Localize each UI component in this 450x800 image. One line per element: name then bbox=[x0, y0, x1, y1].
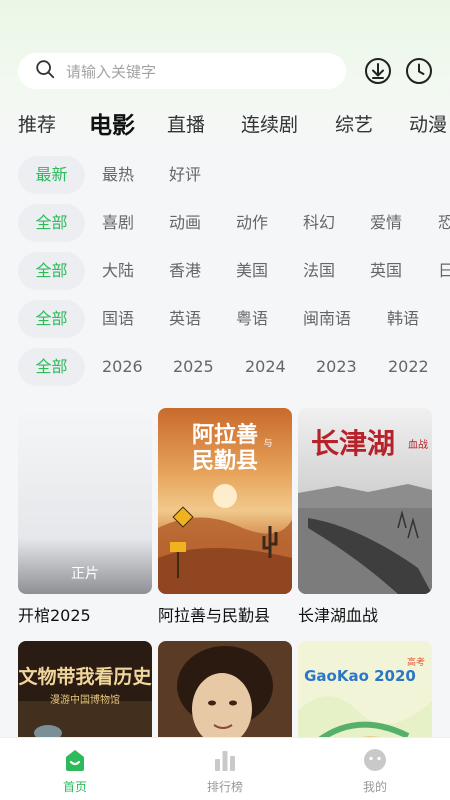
filter-chip[interactable]: 科幻 bbox=[303, 204, 335, 242]
filter-chip[interactable]: 2026 bbox=[102, 348, 143, 386]
region-filter-row: 全部 大陆 香港 美国 法国 英国 日 bbox=[0, 252, 450, 290]
tab-anime[interactable]: 动漫 bbox=[409, 110, 447, 137]
filter-chip[interactable]: 动作 bbox=[236, 204, 268, 242]
poster-text: 血战 bbox=[408, 438, 428, 451]
ranking-bars-icon bbox=[215, 751, 235, 771]
poster-text: 文物带我看历史 bbox=[18, 665, 152, 688]
filter-chip-selected[interactable]: 最新 bbox=[18, 156, 85, 194]
tab-live[interactable]: 直播 bbox=[167, 110, 205, 137]
filter-chip-selected[interactable]: 全部 bbox=[18, 204, 85, 242]
movie-title: 开棺2025 bbox=[18, 606, 91, 625]
filter-chip[interactable]: 2024 bbox=[245, 348, 286, 386]
language-filter-row: 全部 国语 英语 粤语 闽南语 韩语 bbox=[0, 300, 450, 338]
filter-chip[interactable]: 香港 bbox=[169, 252, 201, 290]
movie-poster: 正片 bbox=[18, 408, 152, 594]
search-placeholder: 请输入关键字 bbox=[66, 62, 157, 81]
filter-chip[interactable]: 最热 bbox=[102, 156, 134, 194]
bottom-navigation: 首页 排行榜 我的 bbox=[0, 737, 450, 800]
profile-face-icon bbox=[364, 749, 386, 771]
tab-variety[interactable]: 综艺 bbox=[335, 110, 373, 137]
poster-text: 阿拉善 bbox=[192, 422, 258, 448]
filter-chip[interactable]: 2022 bbox=[388, 348, 429, 386]
poster-text: 长津湖 bbox=[311, 427, 395, 460]
nav-profile[interactable]: 我的 bbox=[300, 738, 450, 800]
poster-text: 高考 bbox=[407, 656, 425, 668]
video-badge: 正片 bbox=[71, 566, 99, 582]
filter-chip[interactable]: 大陆 bbox=[102, 252, 134, 290]
year-filter-row: 全部 2026 2025 2024 2023 2022 bbox=[0, 348, 450, 386]
search-bar[interactable]: 请输入关键字 bbox=[18, 53, 346, 89]
home-icon bbox=[66, 750, 84, 771]
filter-chip[interactable]: 英国 bbox=[370, 252, 402, 290]
filter-chip[interactable]: 喜剧 bbox=[102, 204, 134, 242]
filter-chip[interactable]: 粤语 bbox=[236, 300, 268, 338]
poster-text: GaoKao 2020 bbox=[304, 667, 416, 685]
tab-movie[interactable]: 电影 bbox=[89, 106, 135, 140]
sort-filter-row: 最新 最热 好评 bbox=[0, 156, 450, 194]
movie-title: 长津湖血战 bbox=[298, 606, 379, 625]
filter-chip[interactable]: 英语 bbox=[169, 300, 201, 338]
filter-chip[interactable]: 日 bbox=[438, 252, 450, 290]
history-clock-icon[interactable] bbox=[405, 57, 433, 85]
search-icon bbox=[34, 58, 56, 84]
nav-profile-label: 我的 bbox=[362, 780, 387, 794]
filter-chip-selected[interactable]: 全部 bbox=[18, 300, 85, 338]
poster-text: 漫游中国博物馆 bbox=[50, 693, 120, 706]
download-icon[interactable] bbox=[364, 57, 392, 85]
poster-text: 与 bbox=[263, 438, 272, 449]
nav-home-label: 首页 bbox=[62, 780, 87, 794]
filter-chip-selected[interactable]: 全部 bbox=[18, 252, 85, 290]
category-tabs: 推荐 电影 直播 连续剧 综艺 动漫 bbox=[0, 104, 450, 144]
filter-chip[interactable]: 2025 bbox=[173, 348, 214, 386]
nav-ranking[interactable]: 排行榜 bbox=[150, 738, 300, 800]
movie-poster: 阿拉善 与 民勤县 bbox=[158, 408, 292, 594]
movie-title: 阿拉善与民勤县 bbox=[158, 606, 271, 625]
filter-chip[interactable]: 法国 bbox=[303, 252, 335, 290]
filter-chip[interactable]: 国语 bbox=[102, 300, 134, 338]
filter-chip[interactable]: 恐 bbox=[438, 204, 450, 242]
filter-chip[interactable]: 爱情 bbox=[370, 204, 402, 242]
tab-recommend[interactable]: 推荐 bbox=[18, 110, 56, 137]
filter-chip[interactable]: 美国 bbox=[236, 252, 268, 290]
genre-filter-row: 全部 喜剧 动画 动作 科幻 爱情 恐 bbox=[0, 204, 450, 242]
filter-chip[interactable]: 2023 bbox=[316, 348, 357, 386]
filter-chip[interactable]: 韩语 bbox=[387, 300, 419, 338]
nav-home[interactable]: 首页 bbox=[0, 738, 150, 800]
poster-text: 民勤县 bbox=[192, 448, 258, 474]
tab-series[interactable]: 连续剧 bbox=[241, 110, 298, 137]
filter-chip-selected[interactable]: 全部 bbox=[18, 348, 85, 386]
filter-chip[interactable]: 闽南语 bbox=[303, 300, 351, 338]
nav-ranking-label: 排行榜 bbox=[206, 780, 243, 794]
filter-chip[interactable]: 好评 bbox=[169, 156, 201, 194]
movie-poster: 长津湖 血战 bbox=[298, 408, 432, 594]
filter-chip[interactable]: 动画 bbox=[169, 204, 201, 242]
